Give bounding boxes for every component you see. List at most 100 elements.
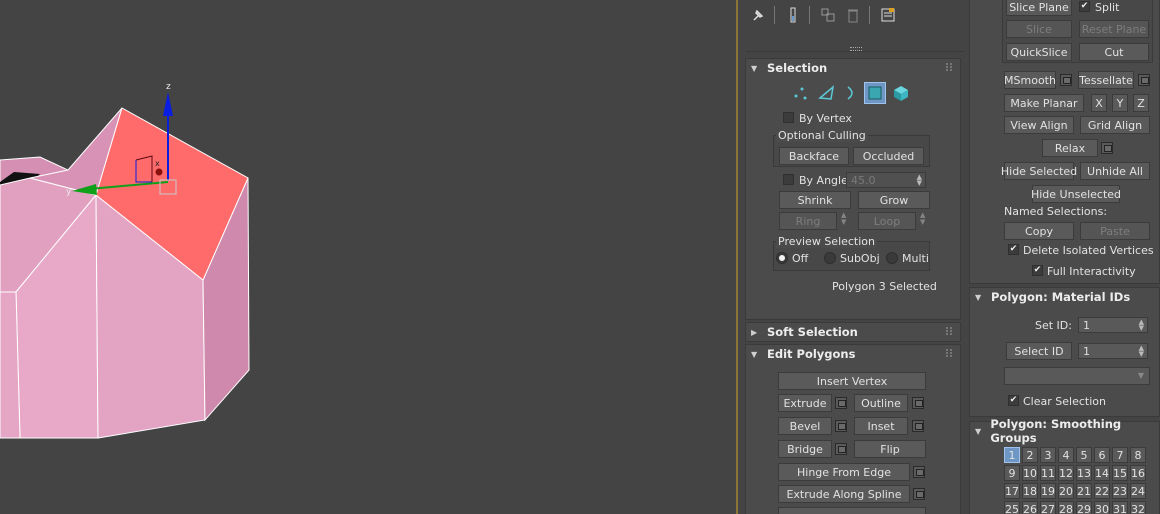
smoothing-group-31-button[interactable]: 31 [1112,501,1128,514]
relax-button[interactable]: Relax [1042,139,1098,157]
extrude-along-spline-button[interactable]: Extrude Along Spline [778,485,910,503]
bevel-button[interactable]: Bevel [778,417,832,435]
spinner-arrows-icon[interactable]: ▲ ▼ [1139,319,1144,332]
by-angle-checkbox[interactable] [783,174,794,185]
drag-handle-icon[interactable] [946,63,952,71]
slice-plane-button[interactable]: Slice Plane [1006,0,1072,16]
smoothing-groups-rollout-header[interactable]: ▼ Polygon: Smoothing Groups [970,417,1159,445]
smoothing-group-14-button[interactable]: 14 [1094,465,1110,481]
smoothing-group-21-button[interactable]: 21 [1076,483,1092,499]
ring-spinner-icon[interactable]: ▲ ▼ [841,212,846,226]
outline-button[interactable]: Outline [854,394,908,412]
make-planar-button[interactable]: Make Planar [1004,94,1084,112]
material-name-dropdown[interactable]: ▼ [1004,367,1150,385]
smoothing-group-27-button[interactable]: 27 [1040,501,1056,514]
smoothing-group-15-button[interactable]: 15 [1112,465,1128,481]
planar-x-button[interactable]: X [1091,94,1107,112]
drag-handle-icon[interactable] [946,349,952,357]
quickslice-button[interactable]: QuickSlice [1006,43,1072,61]
planar-y-button[interactable]: Y [1112,94,1128,112]
smoothing-group-20-button[interactable]: 20 [1058,483,1074,499]
shrink-button[interactable]: Shrink [779,191,851,209]
unhide-all-button[interactable]: Unhide All [1080,162,1150,180]
outline-settings-icon[interactable] [912,397,924,409]
element-icon[interactable] [890,83,912,103]
smoothing-group-23-button[interactable]: 23 [1112,483,1128,499]
loop-button[interactable]: Loop [858,212,916,230]
preview-off-radio[interactable] [776,252,788,264]
smoothing-group-25-button[interactable]: 25 [1004,501,1020,514]
bevel-settings-icon[interactable] [835,420,847,432]
edit-polygons-rollout-header[interactable]: ▼ Edit Polygons [746,345,960,363]
edge-icon[interactable] [816,83,838,103]
set-id-spinner[interactable]: 1 ▲ ▼ [1078,317,1148,333]
extrude-along-spline-settings-icon[interactable] [913,488,925,500]
vertex-icon[interactable] [790,83,812,103]
slice-button[interactable]: Slice [1006,20,1072,38]
smoothing-group-11-button[interactable]: 11 [1040,465,1056,481]
split-checkbox[interactable]: ✔ [1079,1,1090,12]
viewport-canvas[interactable]: z y x [0,0,736,514]
soft-selection-rollout-header[interactable]: ▶ Soft Selection [746,323,960,341]
full-interactivity-checkbox[interactable]: ✔ [1032,265,1043,276]
border-icon[interactable] [840,83,862,103]
grow-button[interactable]: Grow [858,191,930,209]
bridge-settings-icon[interactable] [835,443,847,455]
smoothing-group-16-button[interactable]: 16 [1130,465,1146,481]
inset-button[interactable]: Inset [854,417,908,435]
insert-vertex-button[interactable]: Insert Vertex [778,372,926,390]
extrude-settings-icon[interactable] [835,397,847,409]
preview-subobj-radio[interactable] [824,252,836,264]
select-id-spinner[interactable]: 1 ▲ ▼ [1078,343,1148,359]
by-vertex-checkbox[interactable] [783,112,794,123]
drag-handle-icon[interactable] [946,327,952,335]
bridge-button[interactable]: Bridge [778,440,832,458]
smoothing-group-26-button[interactable]: 26 [1022,501,1038,514]
smoothing-group-19-button[interactable]: 19 [1040,483,1056,499]
smoothing-group-30-button[interactable]: 30 [1094,501,1110,514]
smoothing-group-28-button[interactable]: 28 [1058,501,1074,514]
hinge-settings-icon[interactable] [913,466,925,478]
flip-button[interactable]: Flip [854,440,926,458]
configure-sets-icon[interactable] [878,5,898,25]
backface-button[interactable]: Backface [779,147,849,165]
viewport[interactable]: z y x [0,0,736,514]
loop-spinner-icon[interactable]: ▲ ▼ [920,212,925,226]
smoothing-group-32-button[interactable]: 32 [1130,501,1146,514]
extrude-button[interactable]: Extrude [778,394,832,412]
smoothing-group-13-button[interactable]: 13 [1076,465,1092,481]
smoothing-group-12-button[interactable]: 12 [1058,465,1074,481]
smoothing-group-17-button[interactable]: 17 [1004,483,1020,499]
smoothing-group-1-button[interactable]: 1 [1004,447,1020,463]
paste-button[interactable]: Paste [1080,222,1150,240]
smoothing-group-6-button[interactable]: 6 [1094,447,1110,463]
copy-button[interactable]: Copy [1004,222,1074,240]
smoothing-group-29-button[interactable]: 29 [1076,501,1092,514]
occluded-button[interactable]: Occluded [853,147,924,165]
smoothing-group-4-button[interactable]: 4 [1058,447,1074,463]
reset-plane-button[interactable]: Reset Plane [1079,20,1149,38]
clear-selection-checkbox[interactable]: ✔ [1008,395,1019,406]
smoothing-group-5-button[interactable]: 5 [1076,447,1092,463]
tessellate-settings-icon[interactable] [1138,74,1150,86]
smoothing-group-9-button[interactable]: 9 [1004,465,1020,481]
msmooth-button[interactable]: MSmooth [1004,71,1056,89]
material-ids-rollout-header[interactable]: ▼ Polygon: Material IDs [970,288,1159,306]
smoothing-group-8-button[interactable]: 8 [1130,447,1146,463]
relax-settings-icon[interactable] [1101,142,1113,154]
smoothing-group-18-button[interactable]: 18 [1022,483,1038,499]
tessellate-button[interactable]: Tessellate [1078,71,1134,89]
hide-unselected-button[interactable]: Hide Unselected [1031,185,1121,203]
pin-icon[interactable] [748,5,768,25]
cut-button[interactable]: Cut [1079,43,1149,61]
smoothing-group-3-button[interactable]: 3 [1040,447,1056,463]
smoothing-group-22-button[interactable]: 22 [1094,483,1110,499]
smoothing-group-24-button[interactable]: 24 [1130,483,1146,499]
delete-isolated-checkbox[interactable]: ✔ [1008,244,1019,255]
make-unique-icon[interactable] [818,5,838,25]
remove-modifier-icon[interactable] [843,5,863,25]
inset-settings-icon[interactable] [912,420,924,432]
smoothing-group-10-button[interactable]: 10 [1022,465,1038,481]
by-angle-spinner[interactable]: 45.0 ▲ ▼ [846,172,926,188]
spinner-arrows-icon[interactable]: ▲ ▼ [1139,345,1144,358]
